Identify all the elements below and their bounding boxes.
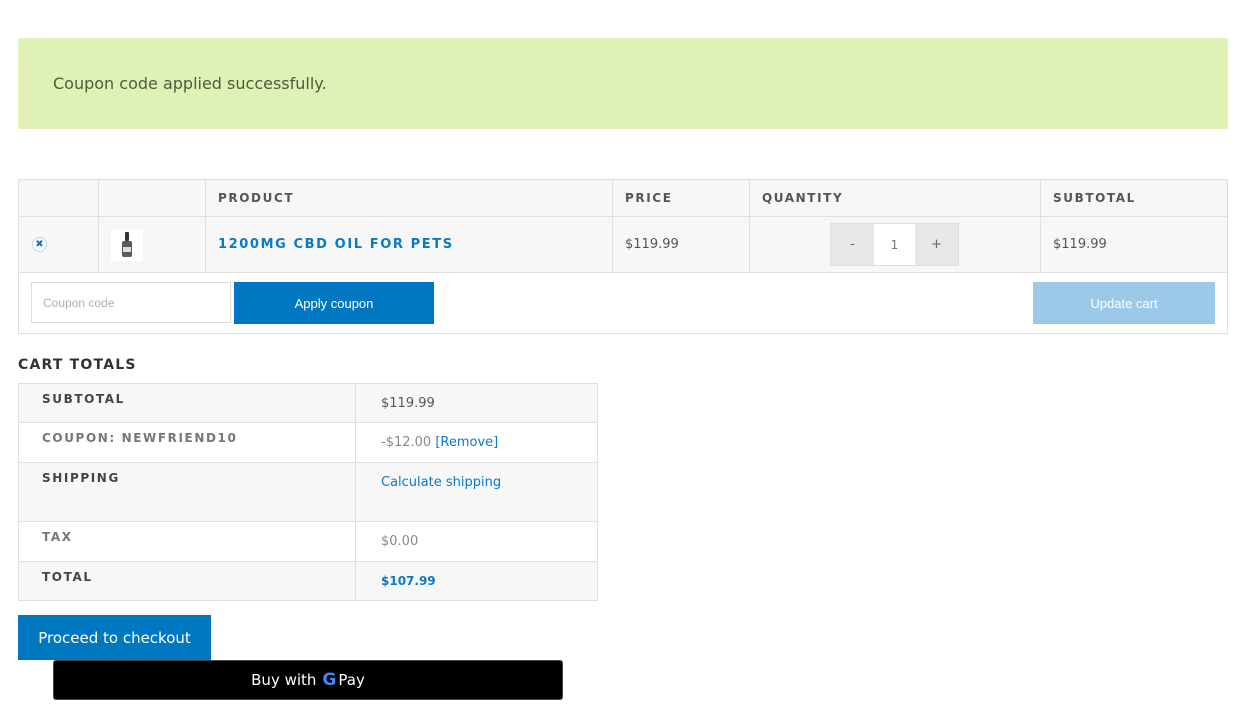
success-notice: Coupon code applied successfully. xyxy=(18,38,1228,129)
subtotal-label: Subtotal xyxy=(19,384,356,422)
remove-item-button[interactable]: ✖ xyxy=(32,237,47,252)
google-g-icon: G xyxy=(322,670,337,690)
dropper-bottle-icon xyxy=(125,231,129,241)
close-icon: ✖ xyxy=(35,238,44,250)
coupon-discount-value: -$12.00 xyxy=(381,435,432,450)
cart-item-row: ✖ 1200MG CBD OIL FOR PETS $119.99 - 1 + … xyxy=(19,217,1227,273)
total-value: $107.99 xyxy=(381,574,436,588)
subtotal-value: $119.99 xyxy=(381,396,435,411)
cart-actions: Apply coupon Update cart xyxy=(19,273,1227,333)
total-label: Total xyxy=(19,562,356,600)
gpay-pay-text: Pay xyxy=(338,671,365,689)
tax-value: $0.00 xyxy=(381,534,419,549)
header-product: Product xyxy=(218,191,295,205)
product-name-link[interactable]: 1200MG CBD OIL FOR PETS xyxy=(206,237,454,252)
header-subtotal: Subtotal xyxy=(1053,191,1136,205)
quantity-decrease-button[interactable]: - xyxy=(831,224,874,265)
coupon-label: Coupon: newfriend10 xyxy=(19,423,356,462)
totals-row-tax: Tax $0.00 xyxy=(19,522,597,562)
proceed-to-checkout-button[interactable]: Proceed to checkout xyxy=(18,615,211,660)
item-price: $119.99 xyxy=(625,237,679,252)
coupon-code-input[interactable] xyxy=(31,282,231,323)
cart-table-header: Product Price Quantity Subtotal xyxy=(19,180,1227,217)
calculate-shipping-link[interactable]: Calculate shipping xyxy=(381,475,501,490)
quantity-input[interactable]: 1 xyxy=(874,224,915,265)
cart-totals-table: Subtotal $119.99 Coupon: newfriend10 -$1… xyxy=(18,383,598,601)
header-quantity: Quantity xyxy=(762,191,844,205)
header-price: Price xyxy=(625,191,673,205)
gpay-prefix: Buy with xyxy=(251,671,317,689)
quantity-stepper: - 1 + xyxy=(830,223,959,266)
google-pay-button[interactable]: Buy with G Pay xyxy=(53,660,563,700)
product-thumbnail[interactable] xyxy=(111,228,143,261)
notice-message: Coupon code applied successfully. xyxy=(53,74,327,93)
tax-label: Tax xyxy=(19,522,356,561)
totals-row-shipping: Shipping Calculate shipping xyxy=(19,463,597,522)
quantity-increase-button[interactable]: + xyxy=(915,224,958,265)
item-subtotal: $119.99 xyxy=(1053,237,1107,252)
cart-totals-title: CART TOTALS xyxy=(18,357,137,373)
cart-table: Product Price Quantity Subtotal ✖ 1200MG… xyxy=(18,179,1228,334)
totals-row-total: Total $107.99 xyxy=(19,562,597,600)
update-cart-button[interactable]: Update cart xyxy=(1033,282,1215,324)
remove-coupon-link[interactable]: [Remove] xyxy=(435,435,498,450)
apply-coupon-button[interactable]: Apply coupon xyxy=(234,282,434,324)
totals-row-subtotal: Subtotal $119.99 xyxy=(19,384,597,423)
totals-row-coupon: Coupon: newfriend10 -$12.00 [Remove] xyxy=(19,423,597,463)
shipping-label: Shipping xyxy=(19,463,356,521)
